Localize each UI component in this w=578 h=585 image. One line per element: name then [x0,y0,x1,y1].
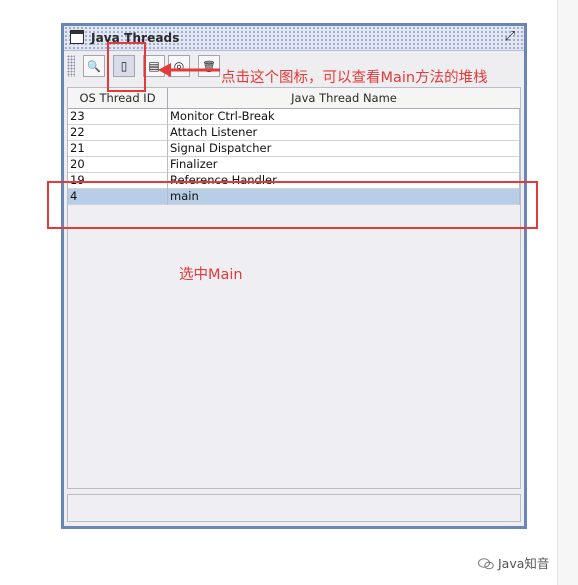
table-row[interactable]: 21 Signal Dispatcher [68,141,520,157]
toolbar-grip[interactable] [67,55,75,77]
java-threads-window: Java Threads ⤢ 🔍 ▯ ▤ ◎ 🗑 OS Thread ID Ja… [61,23,527,529]
annotation-select-hint: 选中Main [179,267,243,283]
annotation-icon-hint: 点击这个图标，可以查看Main方法的堆栈 [221,70,488,86]
table-row[interactable]: 23 Monitor Ctrl-Break [68,109,520,125]
window-icon [70,30,84,44]
annotation-highlight-main-row [47,181,538,229]
thread-id-cell: 20 [68,157,168,173]
threads-table[interactable]: OS Thread ID Java Thread Name 23 Monitor… [67,87,521,489]
page-right-edge [557,0,578,585]
column-header-java-thread-name[interactable]: Java Thread Name [168,88,520,108]
thread-name-cell: Signal Dispatcher [168,141,520,157]
annotation-arrow-icon [158,63,220,77]
thread-name-cell: Finalizer [168,157,520,173]
thread-id-cell: 21 [68,141,168,157]
watermark: Java知音 [478,553,549,572]
inspect-thread-button[interactable]: 🔍 [83,55,105,77]
thread-id-cell: 22 [68,125,168,141]
annotation-highlight-stack-button [107,42,146,92]
magnifier-icon: 🔍 [87,60,101,73]
restore-icon[interactable]: ⤢ [502,29,518,45]
table-row[interactable]: 20 Finalizer [68,157,520,173]
table-row[interactable]: 22 Attach Listener [68,125,520,141]
thread-name-cell: Attach Listener [168,125,520,141]
thread-id-cell: 23 [68,109,168,125]
wechat-icon [478,558,494,570]
status-bar [67,494,521,522]
watermark-text: Java知音 [498,556,550,571]
thread-name-cell: Monitor Ctrl-Break [168,109,520,125]
